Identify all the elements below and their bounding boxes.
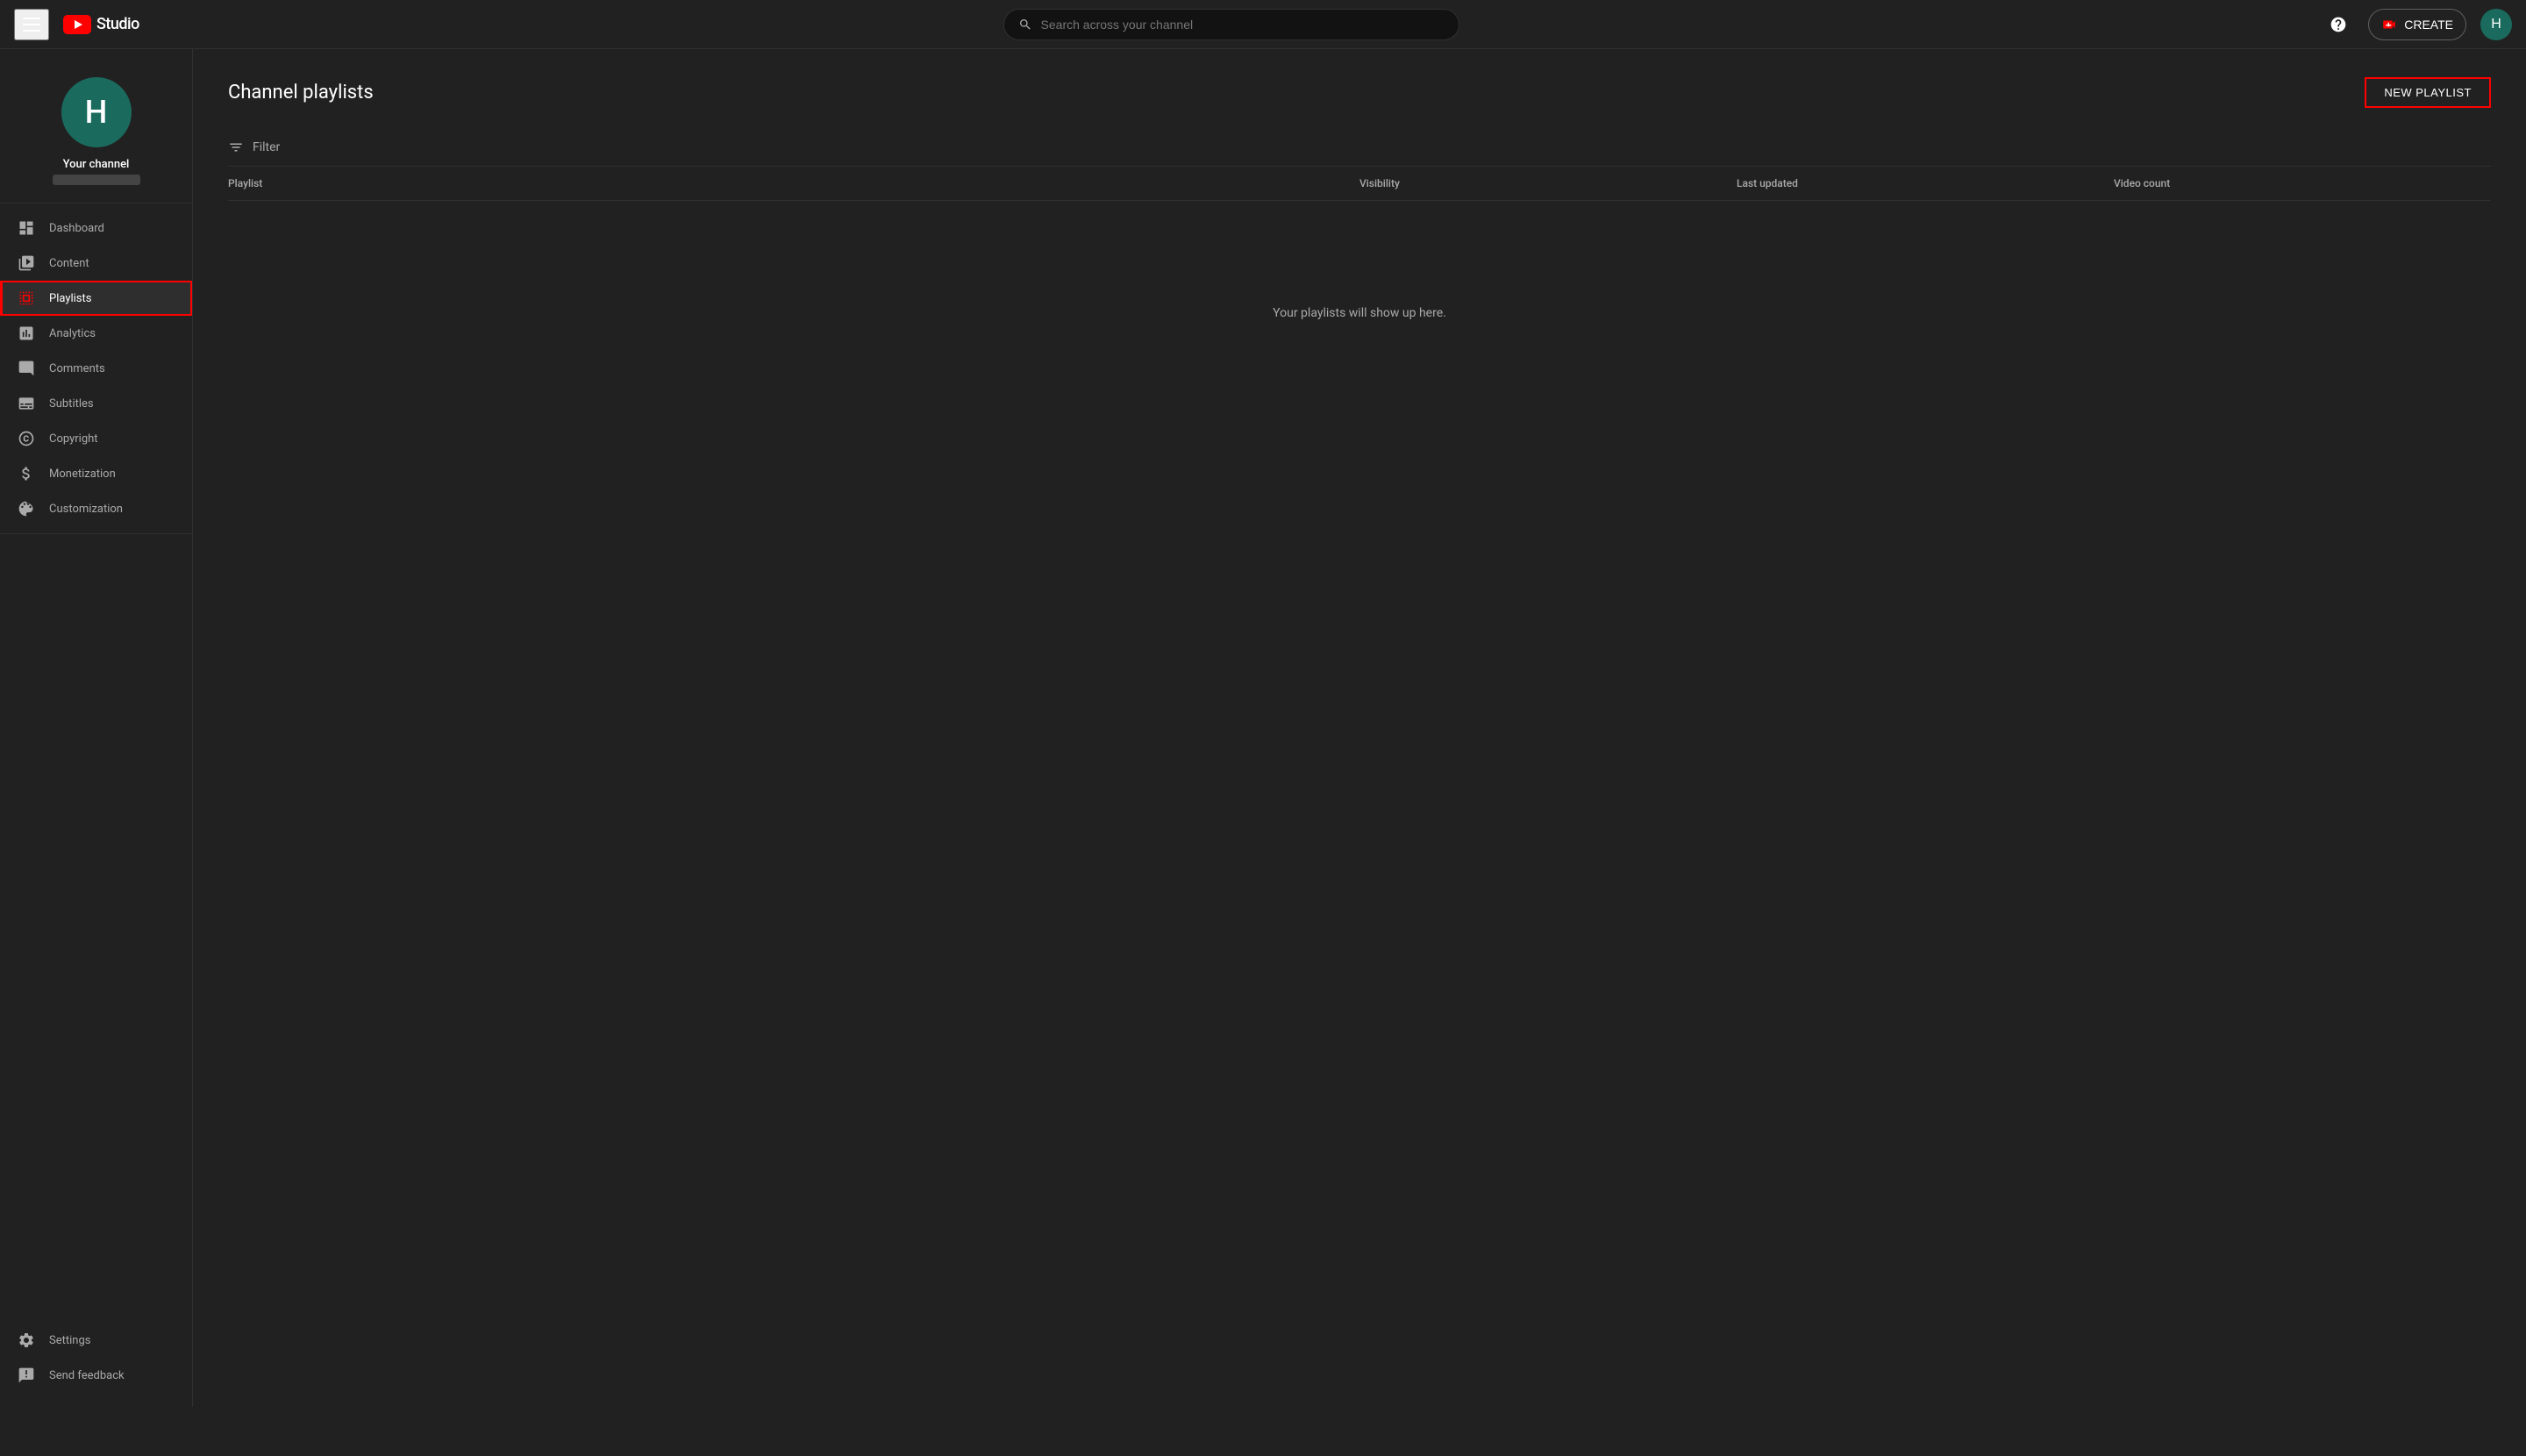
search-input-wrap xyxy=(1003,9,1459,40)
hamburger-menu[interactable] xyxy=(14,9,49,40)
settings-label: Settings xyxy=(49,1334,90,1347)
studio-label: Studio xyxy=(96,15,139,33)
playlists-icon xyxy=(18,289,35,307)
monetization-icon xyxy=(18,465,35,482)
analytics-label: Analytics xyxy=(49,327,96,340)
table-header: Playlist Visibility Last updated Video c… xyxy=(228,167,2491,201)
topnav-left: Studio xyxy=(14,9,139,40)
col-visibility-header: Visibility xyxy=(1359,177,1737,189)
sidebar-item-content[interactable]: Content xyxy=(0,246,192,281)
topnav-right: CREATE H xyxy=(2323,9,2512,40)
main-content: Channel playlists NEW PLAYLIST Filter Pl… xyxy=(193,49,2526,1407)
search-bar xyxy=(175,9,2287,40)
page-title: Channel playlists xyxy=(228,82,374,103)
empty-state-message: Your playlists will show up here. xyxy=(1273,306,1446,320)
customization-label: Customization xyxy=(49,503,123,516)
copyright-icon xyxy=(18,430,35,447)
empty-state: Your playlists will show up here. xyxy=(228,201,2491,425)
comments-icon xyxy=(18,360,35,377)
channel-label: Your channel xyxy=(63,158,130,171)
sidebar-item-copyright[interactable]: Copyright xyxy=(0,421,192,456)
col-playlist-header: Playlist xyxy=(228,177,1359,189)
analytics-icon xyxy=(18,325,35,342)
sidebar-item-dashboard[interactable]: Dashboard xyxy=(0,211,192,246)
search-icon xyxy=(1018,18,1032,32)
help-icon xyxy=(2330,16,2347,33)
create-icon xyxy=(2381,17,2397,32)
col-last-updated-header: Last updated xyxy=(1737,177,2114,189)
channel-avatar: H xyxy=(61,77,132,147)
playlists-label: Playlists xyxy=(49,292,91,305)
settings-icon xyxy=(18,1331,35,1349)
feedback-icon xyxy=(18,1367,35,1384)
channel-info: H Your channel xyxy=(0,63,192,203)
logo-link[interactable]: Studio xyxy=(63,15,139,34)
send-feedback-label: Send feedback xyxy=(49,1369,125,1382)
new-playlist-button[interactable]: NEW PLAYLIST xyxy=(2365,77,2491,108)
filter-label: Filter xyxy=(253,140,280,154)
user-avatar-button[interactable]: H xyxy=(2480,9,2512,40)
content-icon xyxy=(18,254,35,272)
sidebar-bottom: Settings Send feedback xyxy=(0,1323,192,1407)
sidebar-item-monetization[interactable]: Monetization xyxy=(0,456,192,491)
sidebar-item-settings[interactable]: Settings xyxy=(0,1323,192,1358)
create-button[interactable]: CREATE xyxy=(2368,9,2466,40)
youtube-logo-icon xyxy=(63,15,91,34)
content-label: Content xyxy=(49,257,89,270)
filter-icon xyxy=(228,139,244,155)
dashboard-label: Dashboard xyxy=(49,222,104,235)
sidebar-item-subtitles[interactable]: Subtitles xyxy=(0,386,192,421)
avatar-letter: H xyxy=(2491,17,2501,32)
sidebar-item-analytics[interactable]: Analytics xyxy=(0,316,192,351)
filter-row: Filter xyxy=(228,129,2491,167)
sidebar-item-playlists[interactable]: Playlists xyxy=(0,281,192,316)
search-input[interactable] xyxy=(1041,18,1445,32)
dashboard-icon xyxy=(18,219,35,237)
monetization-label: Monetization xyxy=(49,467,116,481)
channel-name-blurred xyxy=(53,175,140,185)
create-label: CREATE xyxy=(2404,18,2453,32)
sidebar-item-comments[interactable]: Comments xyxy=(0,351,192,386)
col-video-count-header: Video count xyxy=(2114,177,2491,189)
customization-icon xyxy=(18,500,35,517)
page-header: Channel playlists NEW PLAYLIST xyxy=(228,77,2491,108)
subtitles-icon xyxy=(18,395,35,412)
app-layout: H Your channel Dashboard Content xyxy=(0,49,2526,1407)
sidebar-item-send-feedback[interactable]: Send feedback xyxy=(0,1358,192,1393)
subtitles-label: Subtitles xyxy=(49,397,94,410)
sidebar-nav: Dashboard Content Playlists xyxy=(0,211,192,526)
comments-label: Comments xyxy=(49,362,105,375)
sidebar: H Your channel Dashboard Content xyxy=(0,49,193,1407)
copyright-label: Copyright xyxy=(49,432,98,446)
sidebar-item-customization[interactable]: Customization xyxy=(0,491,192,526)
sidebar-divider xyxy=(0,533,192,534)
top-navigation: Studio CREATE H xyxy=(0,0,2526,49)
help-button[interactable] xyxy=(2323,9,2354,40)
